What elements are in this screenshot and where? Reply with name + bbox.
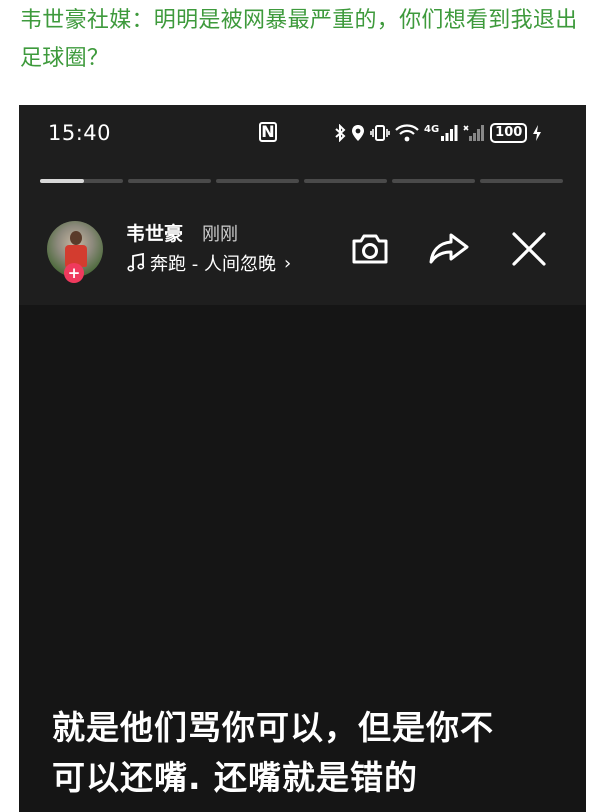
username[interactable]: 韦世豪 <box>126 219 183 246</box>
vibrate-icon <box>370 125 390 141</box>
story-progress-segment <box>128 179 211 183</box>
story-progress-segment <box>392 179 475 183</box>
avatar-head <box>70 231 82 245</box>
story-caption: 就是他们骂你可以，但是你不 可以还嘴. 还嘴就是错的 <box>52 703 572 803</box>
network-type-label: 4G <box>424 123 440 135</box>
story-progress-segment <box>304 179 387 183</box>
story-progress-fill <box>40 179 84 183</box>
music-title: 奔跑 - 人间忽晚 <box>150 254 276 275</box>
music-note-icon <box>127 253 145 272</box>
signal-icon <box>441 125 458 141</box>
story-progress <box>40 179 563 183</box>
battery-indicator: 100 <box>490 123 528 143</box>
story-screenshot: 15:40 N 4G 100 + 韦世豪 刚刚 奔跑 - 人间忽晚 › 就是他们… <box>19 105 586 812</box>
nfc-icon: N <box>259 122 277 142</box>
follow-button[interactable]: + <box>64 263 84 283</box>
charging-icon <box>533 125 542 141</box>
story-progress-segment <box>480 179 563 183</box>
post-time: 刚刚 <box>202 224 238 245</box>
music-link[interactable]: 奔跑 - 人间忽晚 › <box>126 250 291 276</box>
status-time: 15:40 <box>48 121 112 145</box>
caption-line-1: 就是他们骂你可以，但是你不 <box>52 708 494 747</box>
story-progress-segment <box>40 179 123 183</box>
camera-icon[interactable] <box>348 227 392 271</box>
chevron-right-icon: › <box>283 252 292 274</box>
story-progress-segment <box>216 179 299 183</box>
wifi-icon <box>395 124 419 142</box>
location-icon <box>352 125 364 141</box>
share-icon[interactable] <box>427 227 471 271</box>
caption-line-2: 可以还嘴. 还嘴就是错的 <box>52 758 419 797</box>
close-icon[interactable] <box>507 227 551 271</box>
status-icons: 4G 100 <box>334 121 542 145</box>
article-headline: 韦世豪社媒：明明是被网暴最严重的，你们想看到我退出足球圈？ <box>20 8 578 71</box>
signal-icon-secondary <box>463 125 485 141</box>
bluetooth-icon <box>335 124 346 142</box>
